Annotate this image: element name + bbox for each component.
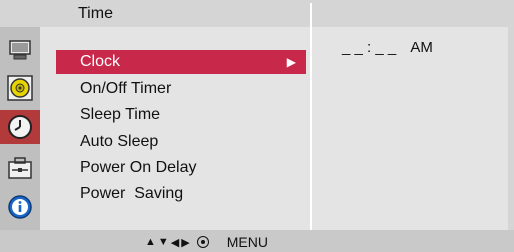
menu-item-label: Sleep Time [80,106,161,123]
value-panel: _ _ : _ _ AM [312,27,508,230]
footer-bar: ▲ ▼ ◀ ▶ MENU [0,230,514,252]
picture-icon[interactable] [0,33,40,67]
clock-ampm: AM [410,39,433,56]
menu-item-label: Auto Sleep [80,133,159,150]
menu-item-on-off-timer[interactable]: On/Off Timer [56,77,306,101]
menu-item-sleep-time[interactable]: Sleep Time [56,103,306,127]
footer-menu-label: MENU [226,234,268,250]
menu-item-label: Power On Delay [80,159,197,176]
osd-menu: Time Clock ▶ On/Off Timer Sleep Time Aut… [0,0,514,252]
option-icon[interactable] [0,151,40,185]
time-icon[interactable] [0,110,40,144]
audio-icon[interactable] [0,71,40,105]
menu-item-clock[interactable]: Clock ▶ [56,50,306,74]
menu-title: Time [78,5,113,22]
left-arrow-icon: ◀ [170,236,180,249]
information-icon[interactable] [0,190,40,224]
menu-item-power-saving[interactable]: Power Saving [56,182,306,206]
submenu-arrow-icon: ▶ [286,55,296,69]
menu-item-label: On/Off Timer [80,80,172,97]
menu-item-label: Clock [80,53,121,70]
right-arrow-icon: ▶ [181,236,190,249]
ok-button-icon [196,236,209,248]
menu-item-power-on-delay[interactable]: Power On Delay [56,156,306,180]
menu-item-auto-sleep[interactable]: Auto Sleep [56,130,306,154]
menu-panel: Clock ▶ On/Off Timer Sleep Time Auto Sle… [40,27,310,230]
down-arrow-icon: ▼ [157,236,169,248]
up-arrow-icon: ▲ [145,236,156,248]
menu-item-label: Power Saving [80,185,184,202]
clock-time-value: _ _ : _ _ AM [342,39,433,56]
clock-time-digits: _ _ : _ _ [342,39,397,56]
category-icon-column [0,27,40,230]
right-edge [508,27,514,230]
header-divider [310,3,312,27]
header-bar: Time [0,0,514,27]
footer-nav-hint: ▲ ▼ ◀ ▶ MENU [145,234,268,250]
